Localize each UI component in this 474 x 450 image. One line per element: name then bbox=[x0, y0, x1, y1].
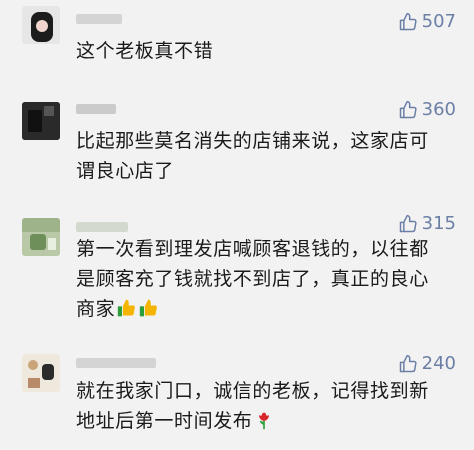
comment-text: 第一次看到理发店喊顾客退钱的，以往都 是顾客充了钱就找不到店了，真正的良心 商家 bbox=[76, 234, 460, 324]
comment-item: 240 就在我家门口，诚信的老板，记得找到新 地址后第一时间发布 bbox=[0, 346, 474, 450]
comment-text-body: 就在我家门口，诚信的老板，记得找到新 地址后第一时间发布 bbox=[76, 380, 429, 432]
like-count: 360 bbox=[421, 99, 456, 120]
username[interactable] bbox=[76, 14, 122, 24]
comment-item: 507 这个老板真不错 bbox=[0, 0, 474, 80]
like-button[interactable]: 360 bbox=[398, 100, 456, 120]
avatar[interactable] bbox=[22, 218, 60, 256]
username[interactable] bbox=[76, 358, 156, 368]
thumbs-up-emoji-icon bbox=[139, 298, 159, 318]
like-button[interactable]: 507 bbox=[398, 12, 456, 32]
username[interactable] bbox=[76, 222, 128, 232]
thumbs-up-outline-icon bbox=[398, 354, 418, 374]
like-button[interactable]: 315 bbox=[398, 214, 456, 234]
thumbs-up-outline-icon bbox=[398, 100, 418, 120]
comment-text: 就在我家门口，诚信的老板，记得找到新 地址后第一时间发布 bbox=[76, 376, 460, 436]
like-count: 240 bbox=[421, 353, 456, 374]
like-count: 315 bbox=[421, 213, 456, 234]
rose-emoji-icon bbox=[254, 410, 274, 430]
like-button[interactable]: 240 bbox=[398, 354, 456, 374]
comment-item: 315 第一次看到理发店喊顾客退钱的，以往都 是顾客充了钱就找不到店了，真正的良… bbox=[0, 210, 474, 330]
thumbs-up-outline-icon bbox=[398, 12, 418, 32]
avatar[interactable] bbox=[22, 354, 60, 392]
avatar[interactable] bbox=[22, 102, 60, 140]
comment-item: 360 比起那些莫名消失的店铺来说，这家店可 谓良心店了 bbox=[0, 96, 474, 206]
thumbs-up-outline-icon bbox=[398, 214, 418, 234]
comment-text: 比起那些莫名消失的店铺来说，这家店可 谓良心店了 bbox=[76, 130, 429, 182]
username[interactable] bbox=[76, 104, 116, 114]
thumbs-up-emoji-icon bbox=[117, 298, 137, 318]
comment-text: 这个老板真不错 bbox=[76, 40, 214, 62]
avatar[interactable] bbox=[22, 6, 60, 44]
like-count: 507 bbox=[421, 11, 456, 32]
